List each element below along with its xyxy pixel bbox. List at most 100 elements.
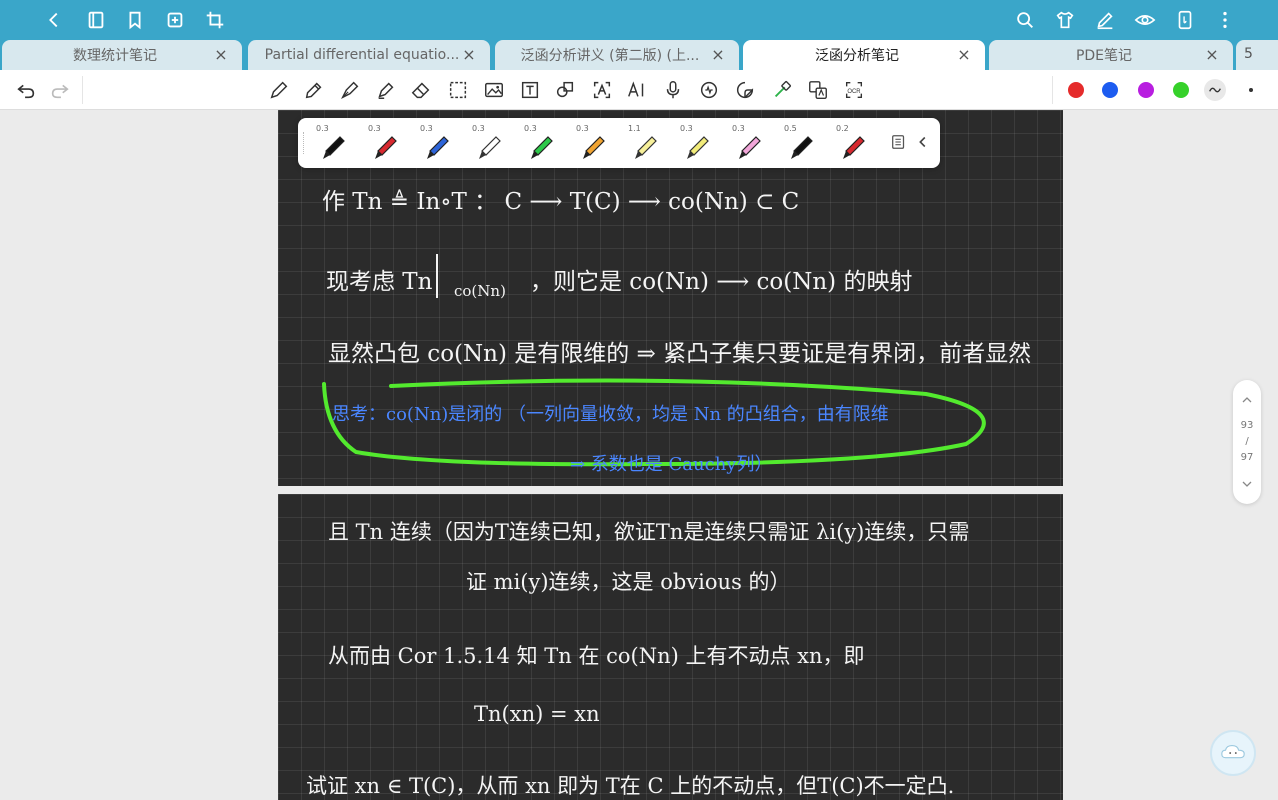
toolbar-divider — [1052, 76, 1053, 104]
handwritten-line: 且 Tn 连续（因为T连续已知，欲证Tn是连续只需证 λi(y)连续，只需 — [328, 520, 970, 544]
pen-preset[interactable]: 0.3 — [670, 122, 714, 166]
bookmark-icon[interactable] — [123, 8, 147, 32]
tab-functional-analysis-lectures[interactable]: 泛函分析讲义 (第二版) (上... × — [495, 40, 739, 70]
shirt-theme-icon[interactable] — [1053, 8, 1077, 32]
close-icon[interactable]: × — [214, 47, 228, 63]
image-icon[interactable] — [482, 78, 506, 102]
pen-preset[interactable]: 0.3 — [722, 122, 766, 166]
stroke-style-icon[interactable] — [1204, 79, 1226, 101]
chevron-down-icon[interactable] — [1241, 478, 1253, 490]
blue-note-line: ⇒ 系数也是 Cauchy列） — [570, 454, 773, 475]
note-page[interactable]: 且 Tn 连续（因为T连续已知，欲证Tn是连续只需证 λi(y)连续，只需 证 … — [278, 494, 1063, 800]
toolbar-divider — [82, 76, 83, 104]
lasso-select-icon[interactable] — [446, 78, 470, 102]
handwritten-line: ，则它是 co(Nn) ⟶ co(Nn) 的映射 — [530, 269, 913, 295]
close-icon[interactable]: × — [1205, 47, 1219, 63]
redo-icon[interactable] — [48, 78, 72, 102]
close-icon[interactable]: × — [957, 47, 971, 63]
pen-icon — [531, 136, 553, 159]
search-icon[interactable] — [1013, 8, 1037, 32]
pen-size-label: 0.3 — [368, 124, 381, 133]
close-icon[interactable]: × — [711, 47, 725, 63]
pen-preset[interactable]: 0.5 — [774, 122, 818, 166]
color-swatch-green[interactable] — [1173, 82, 1189, 98]
more-vertical-icon[interactable] — [1213, 8, 1237, 32]
chevron-left-icon[interactable] — [914, 133, 934, 153]
ocr-icon[interactable]: OCR — [842, 78, 866, 102]
handwriting-to-text-icon[interactable] — [590, 78, 614, 102]
tab-label: PDE笔记 — [1075, 48, 1133, 64]
total-page-number: 97 — [1240, 452, 1254, 463]
laser-pointer-icon[interactable] — [770, 78, 794, 102]
pen-preset[interactable]: 0.3 — [462, 122, 506, 166]
pen-preset[interactable]: 0.3 — [410, 122, 454, 166]
translate-icon[interactable] — [806, 78, 830, 102]
pen-size-label: 0.3 — [524, 124, 537, 133]
close-icon[interactable]: × — [462, 47, 476, 63]
color-swatch-blue[interactable] — [1102, 82, 1118, 98]
top-app-bar — [0, 0, 1278, 40]
pencil-tool-icon[interactable] — [302, 78, 326, 102]
pen-size-label: 1.1 — [628, 124, 641, 133]
pen-preset[interactable]: 0.2 — [826, 122, 870, 166]
color-swatch-purple[interactable] — [1138, 82, 1154, 98]
handwritten-line: 试证 xn ∈ T(C)，从而 xn 即为 T在 C 上的不动点，但T(C)不一… — [306, 774, 955, 798]
tray-drag-handle[interactable] — [303, 132, 305, 154]
notebook-icon[interactable] — [84, 8, 108, 32]
chevron-up-icon[interactable] — [1241, 394, 1253, 406]
color-swatch-red[interactable] — [1068, 82, 1084, 98]
pen-size-label: 0.3 — [576, 124, 589, 133]
stroke-width-dot[interactable] — [1249, 88, 1253, 92]
tab-statistics-notes[interactable]: 数理统计笔记 × — [2, 40, 242, 70]
restriction-bar — [436, 254, 438, 298]
sticker-icon[interactable] — [733, 78, 757, 102]
pen-preset[interactable]: 0.3 — [566, 122, 610, 166]
highlighter-icon[interactable] — [374, 78, 398, 102]
pen-size-label: 0.3 — [472, 124, 485, 133]
tab-pde-book[interactable]: Partial differential equatio... × — [248, 40, 490, 70]
pen-edit-icon[interactable] — [1093, 8, 1117, 32]
tab-pde-notes[interactable]: PDE笔记 × — [989, 40, 1233, 70]
tab-label: 泛函分析笔记 — [815, 48, 899, 64]
tab-label: 数理统计笔记 — [73, 48, 157, 64]
handwritten-line: 作 Tn ≜ In∘T ： C ⟶ T(C) ⟶ co(Nn) ⊂ C — [322, 189, 800, 215]
shape-icon[interactable] — [553, 78, 577, 102]
pen-icon — [427, 136, 449, 159]
current-page-number: 93 — [1240, 420, 1254, 431]
drawing-toolbar: OCR — [0, 70, 1278, 110]
pen-size-label: 0.3 — [680, 124, 693, 133]
ai-icon[interactable] — [625, 78, 649, 102]
crop-icon[interactable] — [203, 8, 227, 32]
blue-note-line: 思考：co(Nn)是闭的 （一列向量收敛，均是 Nn 的凸组合，由有限维 — [332, 404, 889, 425]
eye-icon[interactable] — [1133, 8, 1157, 32]
page-scroller[interactable]: 93 / 97 — [1233, 380, 1261, 504]
pen-tool-icon[interactable] — [267, 78, 291, 102]
svg-text:OCR: OCR — [847, 89, 861, 95]
pen-preset[interactable]: 0.3 — [514, 122, 558, 166]
text-box-icon[interactable] — [518, 78, 542, 102]
undo-icon[interactable] — [14, 78, 38, 102]
tablet-icon[interactable] — [1173, 8, 1197, 32]
pen-preset[interactable]: 0.3 — [358, 122, 402, 166]
eraser-icon[interactable] — [409, 78, 433, 102]
add-page-icon[interactable] — [163, 8, 187, 32]
pen-icon — [739, 136, 761, 159]
audio-record-icon[interactable] — [697, 78, 721, 102]
pen-icon — [375, 136, 397, 159]
tab-count-badge[interactable]: 5 — [1236, 40, 1278, 70]
assistant-cloud-icon[interactable] — [1210, 730, 1256, 776]
back-icon[interactable] — [42, 8, 66, 32]
pen-icon — [791, 136, 813, 159]
pen-preset[interactable]: 0.3 — [306, 122, 350, 166]
list-icon[interactable] — [890, 133, 910, 153]
tab-label: Partial differential equatio... — [264, 47, 460, 63]
tab-label: 泛函分析讲义 (第二版) (上... — [520, 48, 700, 64]
fountain-pen-icon[interactable] — [338, 78, 362, 102]
handwritten-line: 现考虑 Tn — [326, 269, 433, 295]
tab-functional-analysis-notes[interactable]: 泛函分析笔记 × — [743, 40, 985, 70]
page-separator: / — [1245, 436, 1249, 447]
pen-size-label: 0.3 — [420, 124, 433, 133]
note-canvas[interactable]: 作 Tn ≜ In∘T ： C ⟶ T(C) ⟶ co(Nn) ⊂ C 现考虑 … — [0, 110, 1278, 800]
pen-preset[interactable]: 1.1 — [618, 122, 662, 166]
microphone-icon[interactable] — [661, 78, 685, 102]
